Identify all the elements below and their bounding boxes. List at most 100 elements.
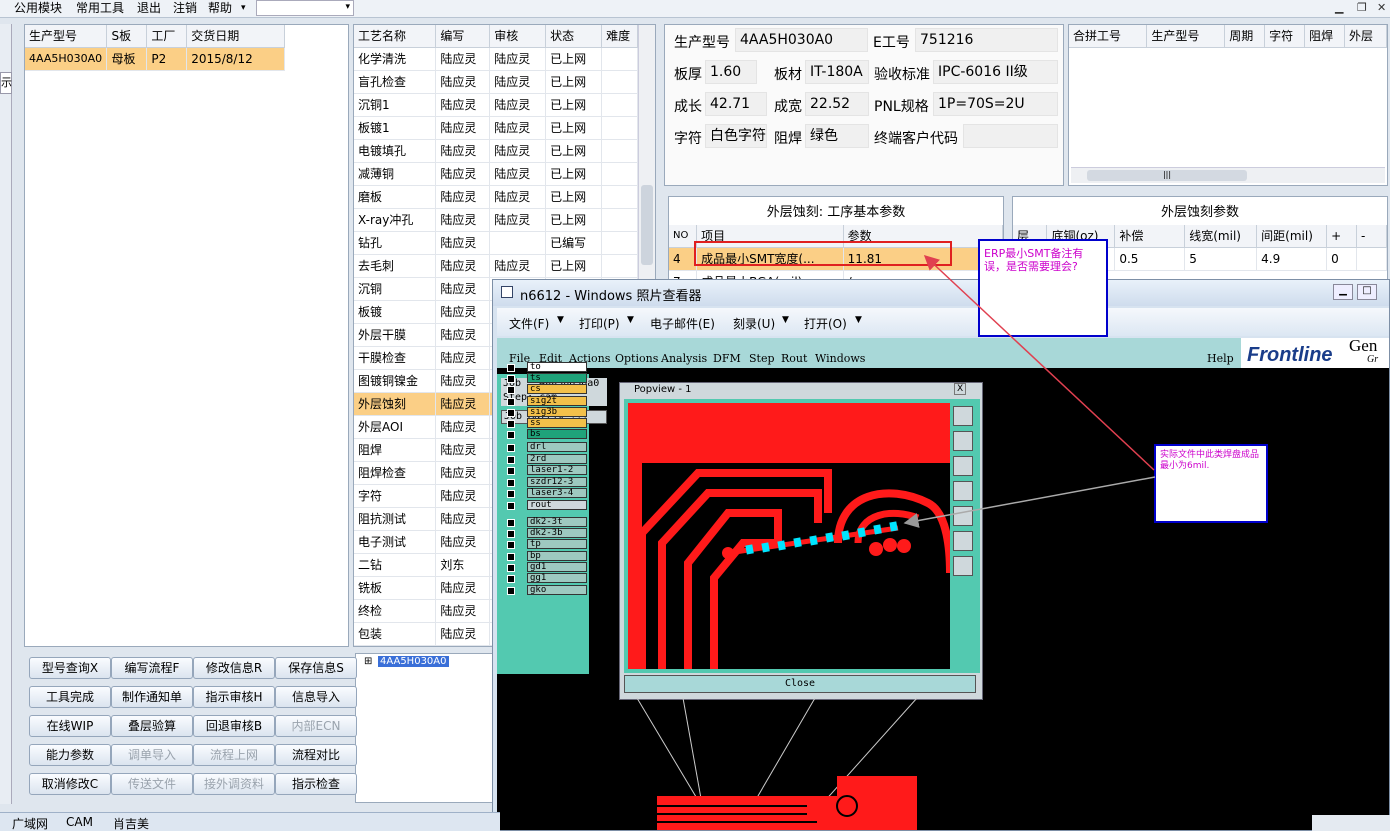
table-row[interactable]: 减薄铜 陆应灵 陆应灵 已上网 — [354, 162, 638, 186]
cad-menu-analysis[interactable]: Analysis — [661, 352, 707, 365]
layer-item[interactable]: cs — [527, 384, 587, 394]
col-process-name[interactable]: 工艺名称 — [354, 25, 437, 48]
col-merge-outer[interactable]: 外层 — [1344, 25, 1387, 48]
action-button[interactable]: 传送文件 — [111, 773, 193, 795]
cad-tool-icon[interactable] — [953, 456, 973, 476]
menu-help[interactable]: 帮助 — [208, 0, 232, 18]
layer-item[interactable]: drl — [527, 442, 587, 452]
action-button[interactable]: 工具完成 — [29, 686, 111, 708]
col-plus[interactable]: + — [1326, 225, 1358, 248]
menu-logout[interactable]: 注销 — [173, 0, 197, 18]
table-row[interactable]: 钻孔 陆应灵 已编写 — [354, 231, 638, 255]
layer-checkbox[interactable] — [507, 479, 515, 487]
cad-menu-dfm[interactable]: DFM — [713, 352, 741, 365]
action-button[interactable]: 取消修改C — [29, 773, 111, 795]
action-button[interactable]: 保存信息S — [275, 657, 357, 679]
layer-checkbox[interactable] — [507, 490, 515, 498]
layer-item[interactable]: gg1 — [527, 573, 587, 583]
field-length[interactable]: 42.71 — [705, 92, 767, 116]
layer-item[interactable]: sig3b — [527, 407, 587, 417]
layer-checkbox[interactable] — [507, 444, 515, 452]
chevron-down-icon[interactable]: ▼ — [557, 315, 564, 325]
viewer-menu-open[interactable]: 打开(O) — [804, 315, 847, 332]
layer-checkbox[interactable] — [507, 375, 515, 383]
table-row[interactable]: 去毛刺 陆应灵 陆应灵 已上网 — [354, 254, 638, 278]
layer-checkbox[interactable] — [507, 467, 515, 475]
action-button[interactable]: 流程对比 — [275, 744, 357, 766]
col-compensation[interactable]: 补偿 — [1114, 225, 1186, 248]
col-no[interactable]: NO — [669, 225, 698, 248]
field-character[interactable]: 白色字符 — [705, 124, 767, 148]
action-button[interactable]: 制作通知单 — [111, 686, 193, 708]
col-reviewer[interactable]: 审核 — [489, 25, 547, 48]
layer-checkbox[interactable] — [507, 420, 515, 428]
maximize-icon[interactable]: □ — [1357, 284, 1377, 300]
action-button[interactable]: 型号查询X — [29, 657, 111, 679]
col-factory[interactable]: 工厂 — [146, 25, 188, 48]
col-merge-cycle[interactable]: 周期 — [1224, 25, 1266, 48]
viewer-menu-email[interactable]: 电子邮件(E) — [650, 315, 715, 332]
layer-checkbox[interactable] — [507, 575, 515, 583]
restore-icon[interactable]: ❐ — [1357, 1, 1367, 14]
cad-tool-icon[interactable] — [953, 431, 973, 451]
layer-item[interactable]: gd1 — [527, 562, 587, 572]
table-row[interactable]: 化学清洗 陆应灵 陆应灵 已上网 — [354, 47, 638, 71]
col-minus[interactable]: - — [1356, 225, 1387, 248]
field-soldermask[interactable]: 绿色 — [805, 124, 869, 148]
field-eno[interactable]: 751216 — [915, 28, 1058, 52]
col-difficulty[interactable]: 难度 — [601, 25, 638, 48]
chevron-down-icon[interactable]: ▼ — [627, 315, 634, 325]
help-dropdown-icon[interactable]: ▾ — [241, 0, 246, 18]
popview-close-icon[interactable]: X — [954, 383, 967, 395]
layer-item[interactable]: szdr12-3 — [527, 477, 587, 487]
layer-checkbox[interactable] — [507, 502, 515, 510]
cad-menu-options[interactable]: Options — [615, 352, 658, 365]
table-row[interactable]: 板镀1 陆应灵 陆应灵 已上网 — [354, 116, 638, 140]
layer-item[interactable]: laser3-4 — [527, 488, 587, 498]
action-button[interactable]: 编写流程F — [111, 657, 193, 679]
cad-menu-step[interactable]: Step — [749, 352, 775, 365]
minimize-icon[interactable]: ▁ — [1335, 1, 1343, 14]
col-merge-id[interactable]: 合拼工号 — [1069, 25, 1148, 48]
action-button[interactable]: 接外调资料 — [193, 773, 275, 795]
col-sboard[interactable]: S板 — [106, 25, 148, 48]
action-button[interactable]: 内部ECN — [275, 715, 357, 737]
action-button[interactable]: 信息导入 — [275, 686, 357, 708]
col-model[interactable]: 生产型号 — [25, 25, 108, 48]
action-button[interactable]: 能力参数 — [29, 744, 111, 766]
col-line-width[interactable]: 线宽(mil) — [1184, 225, 1258, 248]
action-button[interactable]: 在线WIP — [29, 715, 111, 737]
action-button[interactable]: 指示检查 — [275, 773, 357, 795]
col-spacing[interactable]: 间距(mil) — [1256, 225, 1328, 248]
menu-common-tools[interactable]: 常用工具 — [76, 0, 124, 18]
cad-tool-icon[interactable] — [953, 481, 973, 501]
layer-checkbox[interactable] — [507, 519, 515, 527]
layer-checkbox[interactable] — [507, 409, 515, 417]
table-row[interactable]: 磨板 陆应灵 陆应灵 已上网 — [354, 185, 638, 209]
col-status[interactable]: 状态 — [545, 25, 603, 48]
layer-item[interactable]: to — [527, 362, 587, 372]
popview-close-button[interactable]: Close — [624, 675, 976, 693]
cad-tool-icon[interactable] — [953, 406, 973, 426]
action-button[interactable]: 修改信息R — [193, 657, 275, 679]
table-row[interactable]: 4AA5H030A0 母板 P2 2015/8/12 — [25, 47, 285, 71]
action-button[interactable]: 回退审核B — [193, 715, 275, 737]
cad-tool-icon[interactable] — [953, 506, 973, 526]
action-button[interactable]: 调单导入 — [111, 744, 193, 766]
field-standard[interactable]: IPC-6016 II级 — [933, 60, 1058, 84]
close-icon[interactable]: ✕ — [1377, 1, 1386, 14]
table-row[interactable]: 沉铜1 陆应灵 陆应灵 已上网 — [354, 93, 638, 117]
layer-item[interactable]: sig2t — [527, 396, 587, 406]
merge-hscrollbar[interactable]: ||| — [1071, 167, 1385, 183]
action-button[interactable]: 流程上网 — [193, 744, 275, 766]
viewer-menu-print[interactable]: 打印(P) — [579, 315, 620, 332]
field-width[interactable]: 22.52 — [805, 92, 869, 116]
layer-item[interactable]: bs — [527, 429, 587, 439]
table-row[interactable]: X-ray冲孔 陆应灵 陆应灵 已上网 — [354, 208, 638, 232]
cad-tool-icon[interactable] — [953, 531, 973, 551]
chevron-down-icon[interactable]: ▼ — [782, 315, 789, 325]
layer-item[interactable]: dk2-3t — [527, 517, 587, 527]
layer-checkbox[interactable] — [507, 364, 515, 372]
cad-tool-icon[interactable] — [953, 556, 973, 576]
table-row[interactable]: 盲孔检查 陆应灵 陆应灵 已上网 — [354, 70, 638, 94]
